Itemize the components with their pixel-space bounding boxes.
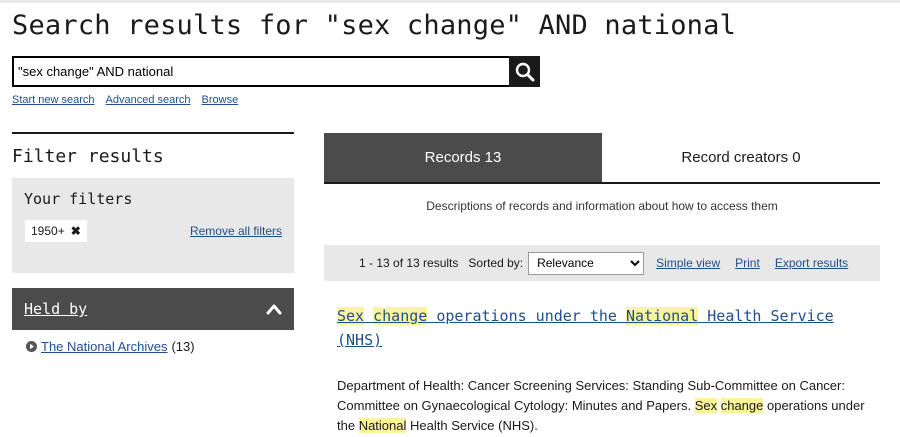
- result-desc-text: Health Service (NHS).: [406, 418, 538, 433]
- sort-label: Sorted by:: [468, 256, 524, 270]
- tab-records[interactable]: Records 13: [324, 133, 602, 182]
- circle-arrow-icon: [26, 341, 37, 352]
- search-box: [12, 56, 540, 87]
- result-description: Department of Health: Cancer Screening S…: [337, 376, 877, 436]
- chevron-up-icon: [266, 304, 282, 315]
- remove-all-filters-link[interactable]: Remove all filters: [190, 224, 282, 238]
- search-button[interactable]: [509, 56, 540, 87]
- held-by-item-count: (13): [171, 339, 195, 354]
- filter-chip-label: 1950+: [31, 224, 65, 238]
- advanced-search-link[interactable]: Advanced search: [106, 94, 191, 106]
- export-results-link[interactable]: Export results: [775, 256, 848, 270]
- result-title-highlight: National: [626, 307, 699, 325]
- result-title-highlight: Sex: [337, 307, 365, 325]
- browse-link[interactable]: Browse: [202, 94, 239, 106]
- search-input[interactable]: [12, 56, 509, 87]
- result-desc-highlight: Sex: [694, 398, 718, 413]
- print-link[interactable]: Print: [735, 256, 760, 270]
- filter-panel: Filter results Your filters 1950+ ✖ Remo…: [12, 132, 294, 273]
- held-by-item-link[interactable]: The National Archives: [41, 339, 167, 354]
- held-by-toggle[interactable]: Held by: [12, 288, 294, 330]
- result-desc-highlight: National: [358, 418, 407, 433]
- results-count: 1 - 13 of 13 results: [359, 256, 459, 270]
- simple-view-link[interactable]: Simple view: [656, 256, 720, 270]
- your-filters-box: Your filters 1950+ ✖ Remove all filters: [12, 178, 294, 273]
- result-title-highlight: change: [373, 307, 428, 325]
- held-by-title[interactable]: Held by: [24, 300, 87, 318]
- sort-select[interactable]: Relevance: [528, 251, 645, 275]
- your-filters-heading: Your filters: [24, 190, 133, 208]
- tab-description: Descriptions of records and information …: [426, 199, 778, 213]
- filter-divider: [12, 132, 294, 134]
- active-filter-chip[interactable]: 1950+ ✖: [25, 220, 87, 242]
- results-tabs: Records 13 Record creators 0: [324, 133, 880, 184]
- held-by-item: The National Archives (13): [26, 339, 195, 354]
- page-title: Search results for "sex change" AND nati…: [12, 10, 737, 41]
- result-title-text: [364, 307, 373, 325]
- result-desc-highlight: change: [720, 398, 764, 413]
- top-border: [0, 0, 900, 3]
- start-new-search-link[interactable]: Start new search: [12, 94, 95, 106]
- result-title-text: operations under the: [427, 307, 626, 325]
- result-title-link[interactable]: Sex change operations under the National…: [337, 304, 857, 352]
- search-icon: [515, 62, 534, 81]
- close-icon[interactable]: ✖: [71, 224, 81, 238]
- results-toolbar: 1 - 13 of 13 results Sorted by: Relevanc…: [324, 245, 880, 281]
- tab-record-creators[interactable]: Record creators 0: [602, 133, 880, 182]
- search-links: Start new search Advanced search Browse: [12, 94, 238, 106]
- filter-heading: Filter results: [12, 146, 164, 167]
